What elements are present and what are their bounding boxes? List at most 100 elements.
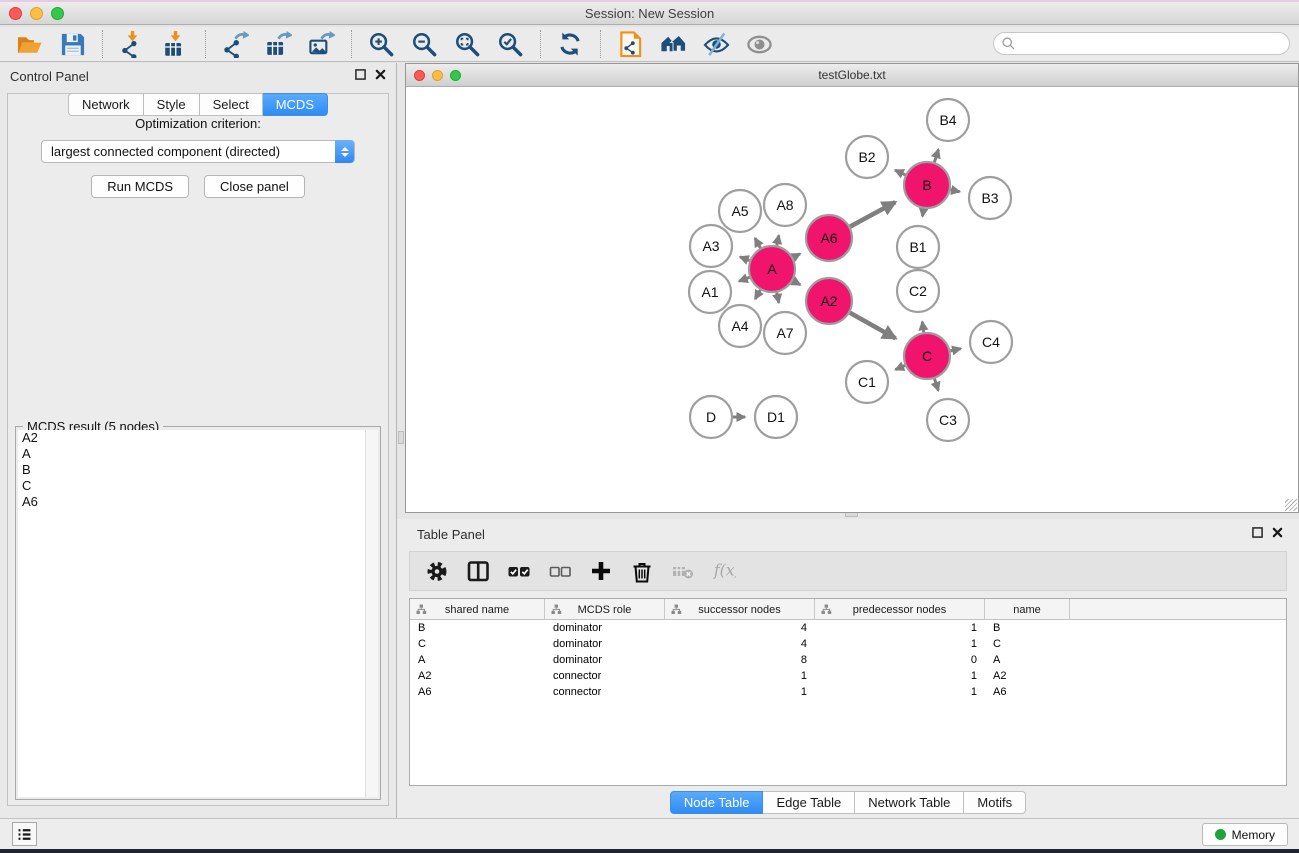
tab-network-table[interactable]: Network Table — [855, 791, 964, 814]
tab-style[interactable]: Style — [144, 93, 200, 116]
zoom-out-button[interactable] — [410, 30, 439, 59]
table-cell[interactable]: connector — [545, 668, 665, 684]
export-network-button[interactable] — [221, 30, 250, 59]
run-mcds-button[interactable]: Run MCDS — [91, 175, 189, 198]
vertical-splitter-grip[interactable] — [398, 431, 404, 444]
graph-edge-C-C4[interactable] — [950, 349, 960, 351]
graph-edge-A-A3[interactable] — [740, 257, 750, 261]
float-panel-icon[interactable] — [355, 69, 366, 80]
network-window-titlebar[interactable]: testGlobe.txt — [406, 64, 1298, 87]
graph-edge-A2-C[interactable] — [850, 313, 896, 339]
columns-button[interactable] — [465, 558, 491, 584]
graph-edge-A-A8[interactable] — [777, 235, 779, 245]
graph-edge-A-A7[interactable] — [777, 293, 779, 303]
column-header-successor-nodes[interactable]: successor nodes — [665, 599, 815, 620]
task-history-button[interactable] — [12, 822, 37, 846]
criterion-select[interactable]: largest connected component (directed) — [41, 140, 355, 163]
hide-details-button[interactable] — [702, 30, 731, 59]
graph-edge-A-A5[interactable] — [755, 238, 760, 248]
network-canvas[interactable]: B4B2BB3B1A5A8A6A3AA1C2A2A4A7C4CC1C3DD1 — [406, 87, 1298, 512]
column-header-MCDS-role[interactable]: MCDS role — [545, 599, 665, 620]
graph-edge-B-B1[interactable] — [922, 209, 923, 217]
result-list-item[interactable]: A2 — [18, 430, 378, 446]
table-cell[interactable]: C — [410, 636, 545, 652]
tab-edge-table[interactable]: Edge Table — [763, 791, 855, 814]
graph-edge-B-B4[interactable] — [934, 149, 938, 162]
column-header-name[interactable]: name — [985, 599, 1070, 620]
tab-node-table[interactable]: Node Table — [670, 791, 764, 814]
tab-select[interactable]: Select — [200, 93, 263, 116]
table-cell[interactable]: 1 — [815, 620, 985, 636]
show-details-button[interactable] — [745, 30, 774, 59]
graph-edge-B-B2[interactable] — [895, 170, 905, 175]
zoom-in-button[interactable] — [367, 30, 396, 59]
table-row[interactable]: Bdominator41B — [410, 620, 1286, 636]
zoom-selected-button[interactable] — [496, 30, 525, 59]
delete-button[interactable] — [629, 558, 655, 584]
deselect-all-button[interactable] — [547, 558, 573, 584]
gear-button[interactable] — [424, 558, 450, 584]
table-cell[interactable]: connector — [545, 684, 665, 700]
memory-button[interactable]: Memory — [1202, 823, 1288, 846]
graph-edge-A-A2[interactable] — [793, 281, 800, 285]
import-network-button[interactable] — [118, 30, 147, 59]
table-cell[interactable]: B — [985, 620, 1070, 636]
table-cell[interactable]: 1 — [815, 684, 985, 700]
graph-edge-A-A4[interactable] — [755, 290, 760, 299]
select-all-button[interactable] — [506, 558, 532, 584]
tab-motifs[interactable]: Motifs — [964, 791, 1026, 814]
table-cell[interactable]: dominator — [545, 620, 665, 636]
table-cell[interactable]: 4 — [665, 636, 815, 652]
table-cell[interactable]: A6 — [985, 684, 1070, 700]
table-row[interactable]: Adominator80A — [410, 652, 1286, 668]
network-document-button[interactable] — [616, 30, 645, 59]
export-image-button[interactable] — [307, 30, 336, 59]
result-list-item[interactable]: A6 — [18, 494, 378, 510]
table-cell[interactable]: A2 — [410, 668, 545, 684]
zoom-fit-button[interactable] — [453, 30, 482, 59]
column-header-shared-name[interactable]: shared name — [410, 599, 545, 620]
close-panel-icon[interactable] — [375, 69, 386, 80]
table-cell[interactable]: 1 — [815, 668, 985, 684]
graph-edge-A-A1[interactable] — [739, 277, 749, 281]
table-cell[interactable]: A — [985, 652, 1070, 668]
result-list-item[interactable]: A — [18, 446, 378, 462]
float-panel-icon[interactable] — [1252, 527, 1263, 538]
table-cell[interactable]: B — [410, 620, 545, 636]
result-list-scrollbar[interactable] — [365, 430, 378, 797]
table-cell[interactable]: 0 — [815, 652, 985, 668]
table-cell[interactable]: dominator — [545, 652, 665, 668]
graph-edge-B-B3[interactable] — [951, 190, 960, 192]
table-row[interactable]: A2connector11A2 — [410, 668, 1286, 684]
import-table-button[interactable] — [161, 30, 190, 59]
close-panel-button[interactable]: Close panel — [204, 175, 305, 198]
homes-button[interactable] — [659, 30, 688, 59]
tab-network[interactable]: Network — [68, 93, 144, 116]
table-cell[interactable]: A — [410, 652, 545, 668]
table-cell[interactable]: dominator — [545, 636, 665, 652]
table-cell[interactable]: C — [985, 636, 1070, 652]
graph-edge-C-C2[interactable] — [922, 322, 923, 333]
search-field[interactable] — [993, 32, 1290, 55]
save-session-button[interactable] — [58, 30, 87, 59]
table-cell[interactable]: 8 — [665, 652, 815, 668]
table-cell[interactable]: 4 — [665, 620, 815, 636]
search-input[interactable] — [1016, 34, 1289, 53]
table-cell[interactable]: 1 — [815, 636, 985, 652]
table-cell[interactable]: 1 — [665, 668, 815, 684]
export-table-button[interactable] — [264, 30, 293, 59]
refresh-layout-button[interactable] — [556, 30, 585, 59]
table-cell[interactable]: A6 — [410, 684, 545, 700]
close-panel-icon[interactable] — [1272, 527, 1283, 538]
table-row[interactable]: A6connector11A6 — [410, 684, 1286, 700]
result-list-item[interactable]: B — [18, 462, 378, 478]
column-header-predecessor-nodes[interactable]: predecessor nodes — [815, 599, 985, 620]
tab-mcds[interactable]: MCDS — [263, 93, 328, 116]
graph-edge-A-A6[interactable] — [793, 254, 800, 258]
table-cell[interactable]: 1 — [665, 684, 815, 700]
window-resize-grip[interactable] — [1285, 499, 1297, 511]
result-list-item[interactable]: C — [18, 478, 378, 494]
network-graph[interactable]: B4B2BB3B1A5A8A6A3AA1C2A2A4A7C4CC1C3DD1 — [406, 87, 1298, 512]
table-cell[interactable]: A2 — [985, 668, 1070, 684]
graph-edge-C-C3[interactable] — [934, 379, 938, 391]
